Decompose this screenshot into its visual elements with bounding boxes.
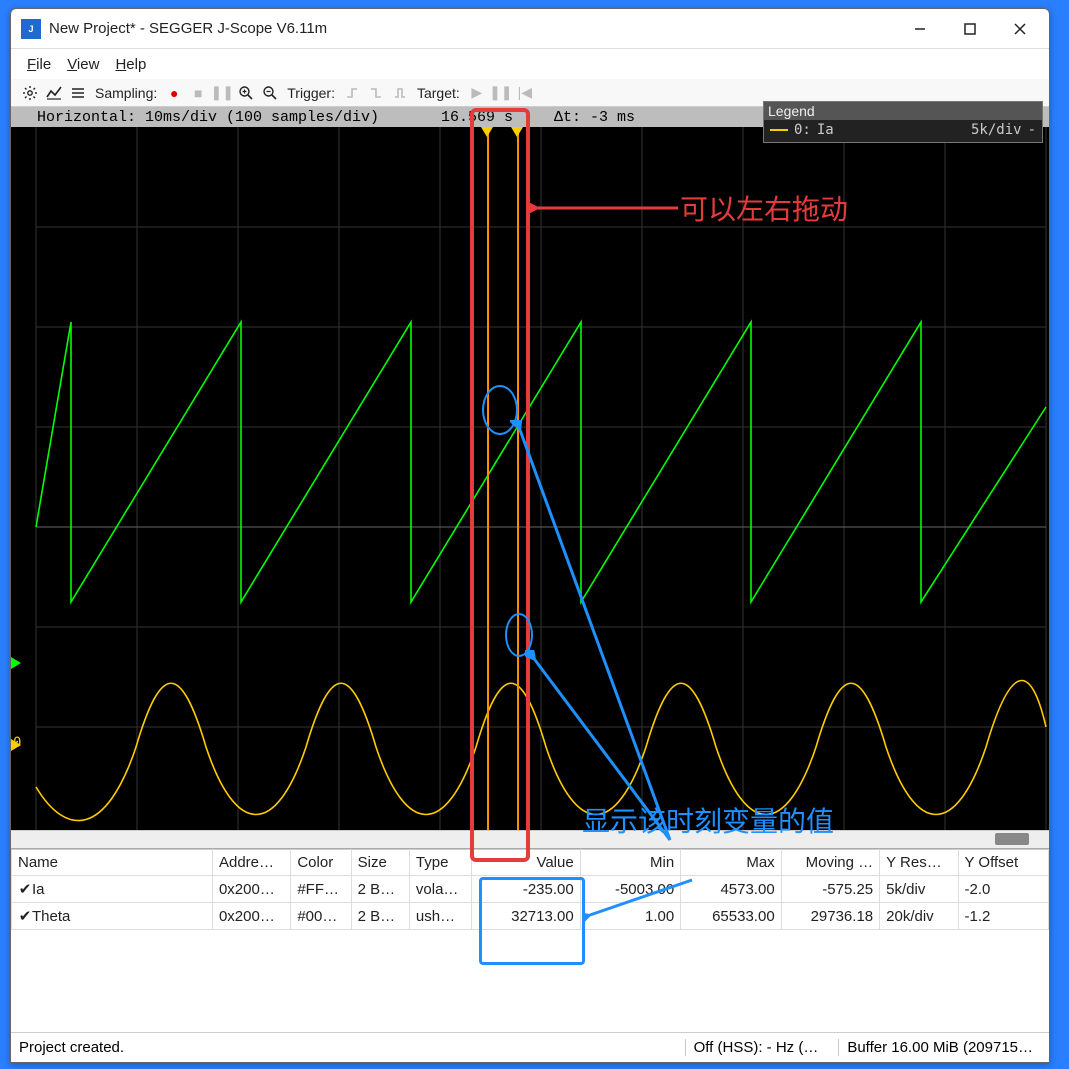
menu-bar: File View Help <box>11 49 1049 79</box>
annotation-drag-text: 可以左右拖动 <box>680 188 848 228</box>
menu-help[interactable]: Help <box>115 56 146 73</box>
th-addr[interactable]: Addre… <box>212 850 290 876</box>
skip-back-icon[interactable]: |◀ <box>516 84 534 102</box>
th-mavg[interactable]: Moving … <box>781 850 879 876</box>
annotation-arrow-blue-3 <box>582 870 702 930</box>
record-icon[interactable]: ● <box>165 84 183 102</box>
list-icon[interactable] <box>69 84 87 102</box>
target-pause-icon[interactable]: ❚❚ <box>492 84 510 102</box>
trigger-rise-icon[interactable] <box>343 84 361 102</box>
th-type[interactable]: Type <box>409 850 471 876</box>
legend-color-0 <box>770 129 788 131</box>
chart-icon[interactable] <box>45 84 63 102</box>
th-name[interactable]: Name <box>12 850 213 876</box>
target-label: Target: <box>417 85 460 101</box>
trigger-label: Trigger: <box>287 85 335 101</box>
legend-box[interactable]: Legend 0: Ia 5k/div - <box>763 101 1043 143</box>
settings-icon[interactable] <box>21 84 39 102</box>
trigger-both-icon[interactable] <box>391 84 409 102</box>
annotation-value-text: 显示该时刻变量的值 <box>582 800 834 840</box>
menu-file[interactable]: File <box>27 56 51 73</box>
legend-title: Legend <box>764 102 1042 120</box>
zero-label: 0 <box>13 735 21 751</box>
status-message: Project created. <box>19 1039 124 1056</box>
th-yoff[interactable]: Y Offset <box>958 850 1048 876</box>
pause-icon[interactable]: ❚❚ <box>213 84 231 102</box>
annotation-value-box <box>479 877 585 965</box>
check-icon[interactable]: ✔ <box>18 880 32 898</box>
table-header-row: Name Addre… Color Size Type Value Min Ma… <box>12 850 1049 876</box>
zoom-in-icon[interactable] <box>237 84 255 102</box>
window-title: New Project* - SEGGER J-Scope V6.11m <box>49 20 327 37</box>
minimize-icon <box>913 22 927 36</box>
title-bar[interactable]: J New Project* - SEGGER J-Scope V6.11m <box>11 9 1049 49</box>
th-yres[interactable]: Y Res… <box>880 850 958 876</box>
maximize-button[interactable] <box>945 11 995 47</box>
play-icon[interactable]: ▶ <box>468 84 486 102</box>
check-icon[interactable]: ✔ <box>18 907 32 925</box>
app-icon: J <box>21 19 41 39</box>
zero-marker-theta[interactable] <box>11 657 21 669</box>
scrollbar-thumb[interactable] <box>995 833 1029 845</box>
th-color[interactable]: Color <box>291 850 351 876</box>
th-size[interactable]: Size <box>351 850 409 876</box>
annotation-arrow-red <box>530 188 680 228</box>
stop-icon[interactable]: ■ <box>189 84 207 102</box>
maximize-icon <box>963 22 977 36</box>
legend-row-0: 0: Ia 5k/div - <box>770 122 1036 138</box>
sampling-label: Sampling: <box>95 85 157 101</box>
zoom-out-icon[interactable] <box>261 84 279 102</box>
close-button[interactable] <box>995 11 1045 47</box>
status-hss: Off (HSS): - Hz (… <box>685 1039 827 1056</box>
trigger-fall-icon[interactable] <box>367 84 385 102</box>
menu-view[interactable]: View <box>67 56 99 73</box>
minimize-button[interactable] <box>895 11 945 47</box>
status-buffer: Buffer 16.00 MiB (209715… <box>838 1039 1041 1056</box>
close-icon <box>1013 22 1027 36</box>
status-bar: Project created. Off (HSS): - Hz (… Buff… <box>11 1032 1049 1062</box>
